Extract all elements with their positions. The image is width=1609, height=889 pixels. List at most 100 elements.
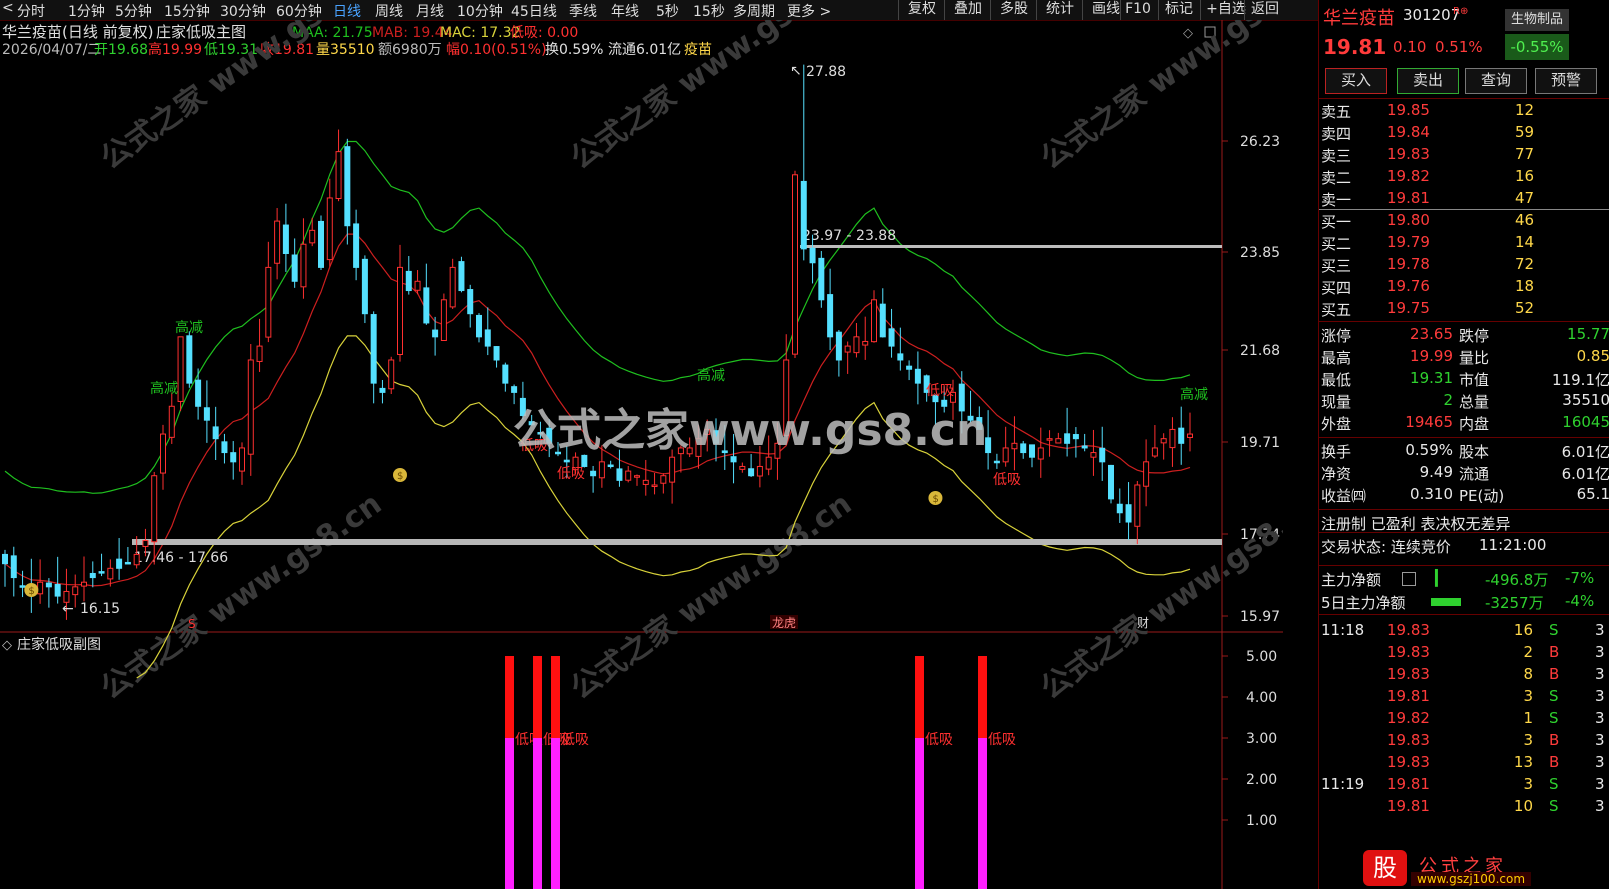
- candle-body: [748, 468, 755, 477]
- order-book-row: 卖五 19.85 12: [1321, 101, 1535, 121]
- watermark: 公式之家 www.gs8.cn: [95, 486, 389, 706]
- query-button[interactable]: 查询: [1465, 68, 1527, 94]
- candle-body: [458, 261, 465, 292]
- money-bag-glyph: $: [28, 586, 34, 597]
- candle-body: [1099, 447, 1106, 463]
- candle-body: [10, 555, 17, 579]
- high-marker: ↖: [790, 63, 802, 79]
- candle-body: [300, 243, 307, 288]
- tab-1[interactable]: 1分钟: [68, 1, 105, 21]
- tab-3[interactable]: 15分钟: [164, 1, 210, 21]
- back-arrow-icon[interactable]: <: [2, 0, 14, 16]
- candle-body: [124, 561, 131, 565]
- range-text: 幅0.10(0.51%): [446, 42, 547, 58]
- candle-body: [914, 368, 921, 384]
- price-row: 19.81 0.10 0.51% -0.55%: [1319, 34, 1609, 60]
- toolbar-button-8[interactable]: 返回: [1244, 0, 1285, 20]
- candle-body: [739, 465, 746, 470]
- tab-5[interactable]: 60分钟: [276, 1, 322, 21]
- candle-body: [19, 585, 26, 588]
- candle-body: [221, 441, 228, 454]
- info-row: 5日主力净额 -3257万 -4%: [1321, 592, 1595, 612]
- tab-2[interactable]: 5分钟: [115, 1, 152, 21]
- sub-bar-top: [915, 656, 924, 738]
- order-book-row: 买二 19.79 14: [1321, 233, 1535, 253]
- tab-13[interactable]: 5秒: [656, 1, 679, 21]
- trade-row: 19.82 1 S 3: [1387, 709, 1605, 727]
- tab-12[interactable]: 年线: [611, 1, 639, 21]
- sector-badge[interactable]: 生物制品: [1505, 9, 1569, 31]
- candle-body: [1029, 444, 1035, 458]
- date-text: 2026/04/07/二: [2, 42, 101, 58]
- tab-15[interactable]: 多周期: [733, 1, 775, 21]
- period-toolbar: < 分时 1分钟 5分钟 15分钟 30分钟 60分钟 日线 周线 月线 10分钟 45日线 季线 年线…: [0, 0, 1318, 21]
- divider: [1319, 98, 1609, 99]
- tab-4[interactable]: 30分钟: [220, 1, 266, 21]
- money-bag-markers: $$$$$$: [24, 468, 943, 597]
- candle-body: [634, 475, 640, 478]
- stock-name: 华兰疫苗: [1323, 8, 1395, 29]
- candle-body: [1072, 434, 1079, 440]
- price-pct: 0.51%: [1435, 38, 1483, 56]
- candle-body: [897, 353, 904, 361]
- candle-body: [203, 407, 210, 421]
- low-price-label: 16.15: [80, 601, 120, 617]
- candle-body: [256, 345, 263, 362]
- candle-body: [1134, 484, 1141, 527]
- flag-longhu[interactable]: 龙虎: [772, 616, 796, 630]
- candle-body: [844, 345, 851, 353]
- toolbar-button-6[interactable]: 标记: [1158, 0, 1199, 20]
- ohlc-line: 2026/04/07/二 开19.68 高19.99 低19.31 收19.81…: [2, 41, 712, 58]
- formula-name: 庄家低吸主图: [156, 23, 246, 41]
- candle-body: [1116, 503, 1123, 514]
- toolbar-button-3[interactable]: 统计: [1036, 0, 1083, 20]
- candle-body: [906, 365, 913, 370]
- candle-body: [274, 220, 281, 264]
- kline-chart[interactable]: 华兰疫苗(日线 前复权) 庄家低吸主图 MAA: 21.75 MAB: 19.4…: [0, 20, 1283, 889]
- tab-11[interactable]: 季线: [569, 1, 597, 21]
- tab-0[interactable]: 分时: [17, 1, 45, 21]
- axis-label: 19.71: [1240, 435, 1280, 451]
- info-row: 注册制 已盈利 表决权无差异: [1321, 515, 1511, 533]
- axis-label: 26.23: [1240, 134, 1280, 150]
- candle-body: [563, 459, 570, 463]
- trade-row: 19.81 10 S 3: [1387, 797, 1605, 815]
- candle-body: [1081, 445, 1088, 449]
- center-watermark: 公式之家www.gs8.cn: [513, 405, 987, 456]
- alert-button[interactable]: 预警: [1535, 68, 1597, 94]
- flag-s[interactable]: S: [188, 617, 196, 631]
- tab-7[interactable]: 周线: [375, 1, 403, 21]
- tab-14[interactable]: 15秒: [693, 1, 725, 21]
- stats-row: 涨停 23.65 跌停 15.77: [1321, 325, 1609, 345]
- candle-body: [1169, 428, 1176, 449]
- toolbar-button-2[interactable]: 多股: [990, 0, 1037, 20]
- toolbar-button-0[interactable]: 复权: [898, 0, 945, 20]
- sub-bar-bottom: [915, 738, 924, 889]
- flag-cai[interactable]: 财: [1137, 616, 1149, 630]
- toolbar-button-5[interactable]: F10: [1120, 0, 1155, 20]
- candle-body: [818, 257, 825, 301]
- dixi-label: 低吸: 0.00: [510, 25, 578, 41]
- stock-header: 华兰疫苗 301207 R⊕ 生物制品: [1319, 3, 1609, 31]
- tab-10[interactable]: 45日线: [511, 1, 557, 21]
- corner-logo: 股 公式之家 www.gszj100.com: [1319, 848, 1609, 889]
- tab-16[interactable]: 更多 >: [787, 1, 831, 21]
- toolbar-button-1[interactable]: 叠加: [944, 0, 991, 20]
- candle-body: [669, 456, 676, 483]
- candle-body: [888, 328, 895, 347]
- dixi-signal: 低吸: [557, 466, 585, 482]
- tab-6[interactable]: 日线: [333, 1, 361, 21]
- stats-row: 最高 19.99 量比 0.85: [1321, 347, 1609, 367]
- sub-toggle-icon[interactable]: ◇: [2, 638, 12, 653]
- upper-band-bar: [800, 245, 1222, 248]
- tab-9[interactable]: 10分钟: [457, 1, 503, 21]
- candle-body: [607, 464, 614, 468]
- sector-change: -0.55%: [1505, 34, 1569, 60]
- candle-body: [414, 280, 421, 291]
- order-book-row: 卖二 19.82 16: [1321, 167, 1535, 187]
- tab-8[interactable]: 月线: [416, 1, 444, 21]
- buy-button[interactable]: 买入: [1325, 68, 1387, 94]
- sell-button[interactable]: 卖出: [1397, 68, 1459, 94]
- candle-body: [616, 468, 623, 481]
- candle-body: [239, 447, 245, 472]
